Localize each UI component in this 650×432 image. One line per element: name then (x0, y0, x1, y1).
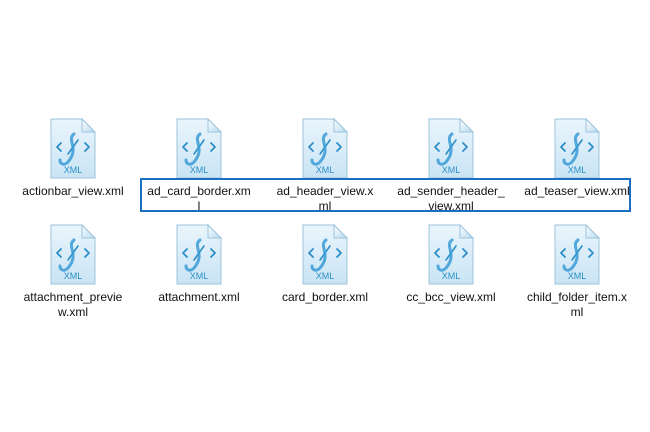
file-grid: XML actionbar_view.xml XML ad_card_borde… (0, 0, 650, 432)
xml-file-icon: XML (552, 224, 602, 286)
icon-label: XML (316, 165, 335, 175)
file-item[interactable]: XML attachment.xml (136, 224, 262, 305)
icon-label: XML (442, 165, 461, 175)
file-item[interactable]: XML cc_bcc_view.xml (388, 224, 514, 305)
file-item[interactable]: XML ad_sender_header_ view.xml (388, 118, 514, 214)
file-item[interactable]: XML attachment_previe w.xml (10, 224, 136, 320)
icon-label: XML (568, 165, 587, 175)
xml-file-icon: XML (48, 224, 98, 286)
file-label: attachment_previe w.xml (23, 290, 123, 319)
icon-label: XML (64, 271, 83, 281)
file-item[interactable]: XML ad_teaser_view.xml (514, 118, 640, 199)
file-label: card_border.xml (281, 290, 369, 304)
icon-label: XML (64, 165, 83, 175)
file-label: attachment.xml (158, 290, 240, 304)
icon-label: XML (190, 271, 209, 281)
file-label: child_folder_item.x ml (526, 290, 628, 319)
xml-file-icon: XML (552, 118, 602, 180)
file-label: ad_sender_header_ view.xml (397, 184, 505, 213)
file-label: ad_header_view.x ml (276, 184, 374, 213)
file-item[interactable]: XML ad_card_border.xm l (136, 118, 262, 214)
file-label: cc_bcc_view.xml (406, 290, 496, 304)
xml-file-icon: XML (426, 224, 476, 286)
file-item[interactable]: XML ad_header_view.x ml (262, 118, 388, 214)
xml-file-icon: XML (426, 118, 476, 180)
file-label: ad_card_border.xm l (147, 184, 251, 213)
xml-file-icon: XML (300, 118, 350, 180)
icon-label: XML (442, 271, 461, 281)
file-item[interactable]: XML child_folder_item.x ml (514, 224, 640, 320)
file-label: actionbar_view.xml (22, 184, 124, 198)
xml-file-icon: XML (300, 224, 350, 286)
icon-label: XML (316, 271, 335, 281)
xml-file-icon: XML (174, 224, 224, 286)
icon-label: XML (190, 165, 209, 175)
file-label: ad_teaser_view.xml (524, 184, 630, 198)
xml-file-icon: XML (174, 118, 224, 180)
xml-file-icon: XML (48, 118, 98, 180)
icon-label: XML (568, 271, 587, 281)
file-item[interactable]: XML actionbar_view.xml (10, 118, 136, 199)
file-item[interactable]: XML card_border.xml (262, 224, 388, 305)
